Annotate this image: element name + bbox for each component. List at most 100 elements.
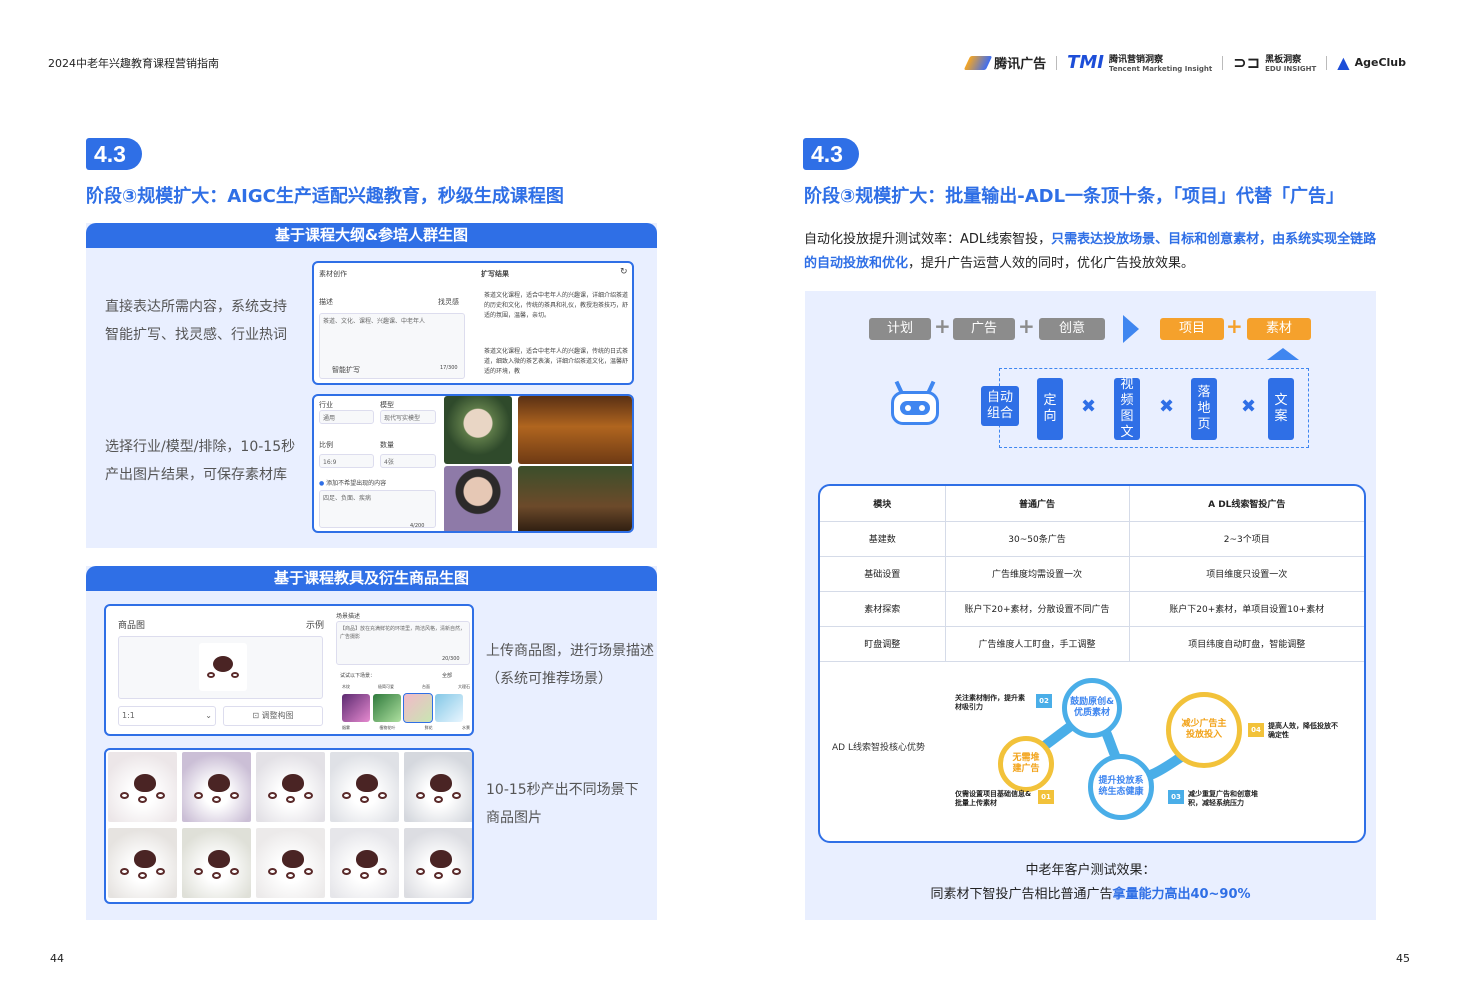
table-cell: 广告维度均需设置一次 [944, 555, 1130, 592]
logo-divider [1326, 55, 1328, 70]
count-select[interactable]: 4张 [380, 454, 436, 468]
elderly-man-photo [444, 396, 512, 464]
advantage-label: AD L线索智投核心优势 [832, 743, 925, 753]
step-number-tag: 04 [1248, 723, 1264, 737]
multiply-icon: ✖ [1081, 396, 1097, 417]
scene-thumbnail-plants[interactable] [373, 694, 401, 722]
table-cell: 素材探索 [820, 590, 946, 627]
table-cell: 项目纬度自动盯盘，智能调整 [1128, 625, 1364, 662]
auto-combine-box: 自动组合 [981, 386, 1019, 426]
result-title: 中老年客户测试效果： [1025, 863, 1156, 878]
logo-divider [1056, 55, 1058, 70]
panel-description: 直接表达所需内容，系统支持 智能扩写、找灵感、行业热词 [105, 299, 287, 343]
product-upload-area[interactable] [118, 636, 323, 699]
generated-product-image[interactable] [404, 752, 472, 822]
scene-thumbnail-flowers[interactable] [403, 693, 433, 723]
refresh-icon[interactable]: ↻ [620, 267, 628, 277]
crop-icon: ⊡ [252, 711, 260, 720]
tencent-ads-logo: 腾讯广告 [963, 53, 1046, 72]
section-badge: 4.3 [803, 138, 859, 170]
panel-description: 选择行业/模型/排除，10-15秒 产出图片结果，可保存素材库 [105, 439, 296, 483]
product-upload-screenshot: 商品图 示例 1:1 ⌄ ⊡ 调整构图 场景描述 【商品】放在充满鲜花的环境里，简… [104, 604, 474, 736]
scene-description-label: 场景描述 [336, 613, 361, 620]
inspiration-button[interactable]: 找灵感 [438, 297, 459, 307]
scene-tag-row: 木纹 极简可爱 台面 大理石 [342, 684, 470, 689]
adl-panel: 计划 + 广告 + 创意 项目 + 素材 自动组合 定向 ✖ 视频图文 ✖ 落地… [805, 291, 1376, 920]
generated-product-image[interactable] [182, 828, 251, 898]
generated-product-image[interactable] [330, 752, 399, 822]
course-outline-panel: 基于课程大纲&参培人群生图 直接表达所需内容，系统支持 智能扩写、找灵感、行业热… [86, 223, 657, 548]
targeting-box: 定向 [1037, 378, 1063, 440]
expand-result-2[interactable]: 茶道文化课程，适合中老年人的兴趣课，传统的日式茶道，细致入微的茶艺表演，详细介绍… [484, 347, 630, 383]
count-label: 数量 [380, 441, 394, 449]
step-number-tag: 02 [1036, 694, 1052, 708]
page-number-right: 45 [1396, 952, 1410, 965]
table-cell: 2~3个项目 [1128, 520, 1364, 557]
tab-material-creation[interactable]: 素材创作 [319, 269, 347, 279]
try-scenes-label: 试试以下场景： [340, 673, 376, 679]
char-counter: 20/300 [442, 656, 460, 662]
robot-icon [887, 380, 943, 427]
page-number-left: 44 [50, 952, 64, 965]
panel-title: 基于课程教具及衍生商品生图 [86, 566, 657, 591]
elderly-woman-photo [444, 466, 512, 531]
generated-product-image[interactable] [404, 828, 472, 898]
advantage-note: 关注素材制作，提升素材吸引力 [955, 694, 1025, 711]
ad-pill: 广告 [953, 318, 1015, 340]
intro-paragraph: 自动化投放提升测试效率：ADL线索智投，只需表达投放场景、目标和创意素材，由系统… [804, 232, 1377, 271]
product-thumbnail [199, 643, 247, 691]
ageclub-logo: ▲ AgeClub [1337, 53, 1406, 72]
generated-product-image[interactable] [330, 828, 399, 898]
model-select[interactable]: 现代写实模型 [380, 410, 436, 424]
generated-product-image[interactable] [256, 828, 325, 898]
table-header: 普通广告 [944, 486, 1130, 522]
scene-thumbnail-smoke[interactable] [342, 694, 370, 722]
smart-expand-button[interactable]: 智能扩写 [332, 365, 360, 375]
ratio-select[interactable]: 1:1 ⌄ [118, 706, 216, 726]
copywriting-box: 文案 [1268, 378, 1294, 440]
advantage-bubble-1: 无需堆建广告 [998, 736, 1054, 792]
table-cell: 基建数 [820, 520, 946, 557]
plus-icon: + [1018, 314, 1035, 338]
table-cell: 30~50条广告 [944, 520, 1130, 557]
panel-description: 10-15秒产出不同场景下 商品图片 [486, 782, 639, 826]
all-scenes-filter[interactable]: 全部 [442, 672, 452, 679]
generated-product-image[interactable] [256, 752, 325, 822]
exclude-toggle[interactable]: ● 添加不希望出现的内容 [319, 478, 386, 487]
project-pill: 项目 [1160, 318, 1224, 340]
section-heading: 阶段③规模扩大：批量输出-ADL一条顶十条，「项目」代替「广告」 [804, 186, 1345, 207]
scene-thumbnail-water[interactable] [435, 694, 463, 722]
material-pill: 素材 [1247, 318, 1311, 340]
step-number-tag: 01 [1038, 790, 1054, 804]
generated-product-image[interactable] [182, 752, 251, 822]
advantage-note: 减少重复广告和创意堆积，减轻系统压力 [1188, 790, 1258, 807]
multiply-icon: ✖ [1241, 396, 1257, 417]
table-cell: 盯盘调整 [820, 625, 946, 662]
tab-expand-results[interactable]: 扩写结果 [481, 269, 509, 279]
generated-product-image[interactable] [108, 752, 177, 822]
ratio-select[interactable]: 16:9 [319, 454, 374, 468]
image-generation-screenshot: 行业 通用 模型 现代写实模型 比例 16:9 数量 4张 ● 添加不希望出现的… [312, 394, 634, 533]
table-cell: 广告维度人工盯盘，手工调整 [944, 625, 1130, 662]
plus-icon: + [934, 314, 951, 338]
char-counter: 17/300 [440, 365, 458, 371]
scene-tag-row: 烟雾 植物花叶 鲜花 水景 [342, 725, 470, 730]
document-title: 2024中老年兴趣教育课程营销指南 [48, 57, 219, 70]
advantage-note: 仅需设置项目基础信息&批量上传素材 [955, 790, 1032, 807]
adjust-composition-button[interactable]: ⊡ 调整构图 [223, 706, 323, 726]
comparison-card: 模块 普通广告 A DL线索智投广告 基建数 30~50条广告 2~3个项目 基… [818, 484, 1366, 843]
product-image-panel: 基于课程教具及衍生商品生图 上传商品图，进行场景描述 （系统可推荐场景） 10-… [86, 566, 657, 920]
section-heading: 阶段③规模扩大：AIGC生产适配兴趣教育，秒级生成课程图 [86, 186, 564, 207]
table-row: 素材探索 账户下20+素材，分散设置不同广告 账户下20+素材，单项目设置10+… [820, 590, 1364, 627]
generated-product-image[interactable] [108, 828, 177, 898]
panel-title: 基于课程大纲&参培人群生图 [86, 223, 657, 248]
arrow-up-icon [1267, 348, 1299, 360]
section-badge: 4.3 [86, 138, 142, 170]
example-link[interactable]: 示例 [306, 618, 324, 631]
industry-select[interactable]: 通用 [319, 410, 374, 424]
expand-result-1[interactable]: 茶道文化课程，适合中老年人的兴趣课，详细介绍茶道的历史和文化，传统的茶具和礼仪，… [484, 291, 630, 321]
teapot-photo [518, 466, 632, 531]
table-cell: 账户下20+素材，单项目设置10+素材 [1128, 590, 1364, 627]
table-cell: 基础设置 [820, 555, 946, 592]
table-cell: 账户下20+素材，分散设置不同广告 [944, 590, 1130, 627]
